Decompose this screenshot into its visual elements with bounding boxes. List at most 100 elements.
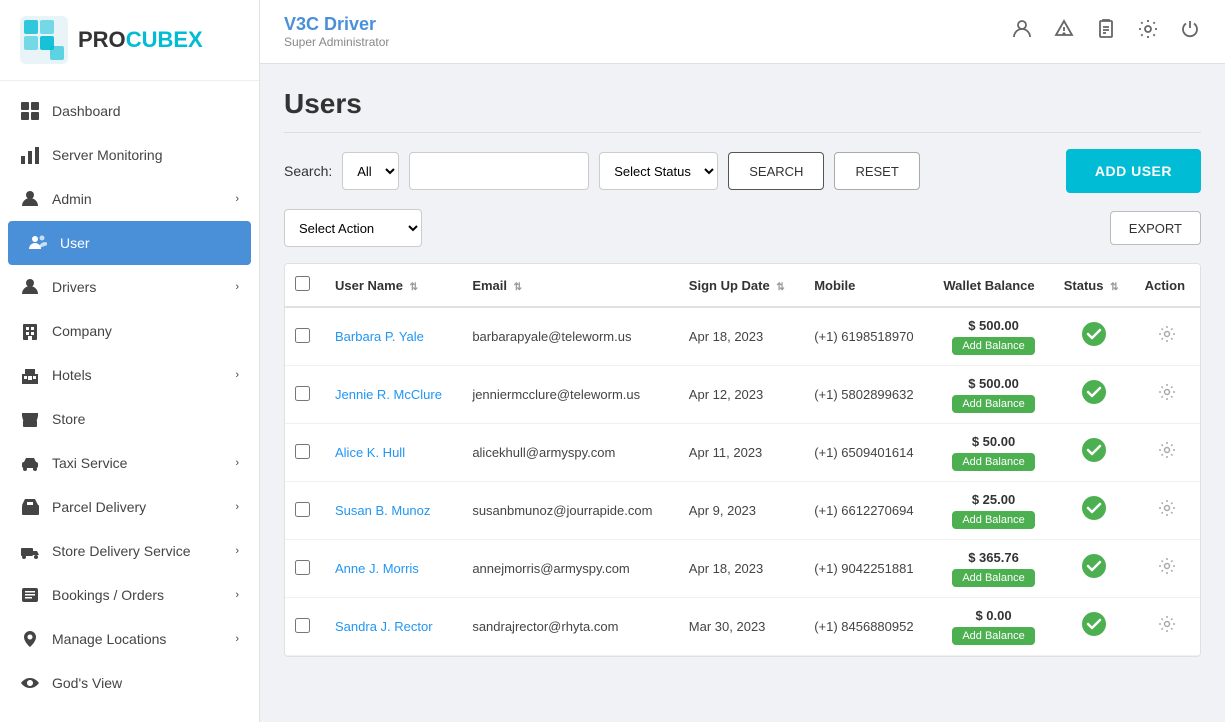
logo: PROCUBEX [0,0,259,81]
col-header-username: User Name ⇅ [325,264,462,307]
row-checkbox[interactable] [295,444,310,459]
gear-icon[interactable] [1158,562,1176,579]
sidebar-item-label: Taxi Service [52,455,127,471]
search-button[interactable]: SEARCH [728,152,824,190]
row-action [1135,424,1200,482]
balance-amount: $ 365.76 [943,550,1043,565]
header-title-area: V3C Driver Super Administrator [284,14,389,49]
user-role: Super Administrator [284,35,389,49]
row-signup-date: Apr 9, 2023 [679,482,804,540]
row-status [1054,598,1135,656]
col-header-status: Status ⇅ [1054,264,1135,307]
select-action[interactable]: Select Action Delete Activate Deactivate [284,209,422,247]
add-balance-button[interactable]: Add Balance [952,395,1034,413]
row-signup-date: Apr 11, 2023 [679,424,804,482]
sidebar-item-label: Store [52,411,85,427]
add-balance-button[interactable]: Add Balance [952,627,1034,645]
table-row: Jennie R. McClure jenniermcclure@telewor… [285,366,1200,424]
status-active-icon [1081,443,1107,468]
gear-icon[interactable] [1158,330,1176,347]
app-name: V3C Driver [284,14,389,35]
add-balance-button[interactable]: Add Balance [952,511,1034,529]
row-mobile: (+1) 5802899632 [804,366,933,424]
sidebar-item-company[interactable]: Company [0,309,259,353]
col-header-email: Email ⇅ [462,264,678,307]
row-username: Anne J. Morris [325,540,462,598]
row-action [1135,598,1200,656]
search-type-select[interactable]: All [342,152,399,190]
user-name-link[interactable]: Anne J. Morris [335,561,419,576]
grid-icon [20,101,40,121]
export-button[interactable]: EXPORT [1110,211,1201,245]
sidebar-item-label: User [60,235,90,251]
row-signup-date: Apr 12, 2023 [679,366,804,424]
balance-amount: $ 50.00 [943,434,1043,449]
row-checkbox[interactable] [295,328,310,343]
sidebar-item-hotels[interactable]: Hotels › [0,353,259,397]
user-name-link[interactable]: Susan B. Munoz [335,503,430,518]
header-icons [1011,18,1201,45]
balance-amount: $ 500.00 [943,376,1043,391]
add-balance-button[interactable]: Add Balance [952,453,1034,471]
sidebar-item-user[interactable]: User [8,221,251,265]
person-icon [20,189,40,209]
row-checkbox-cell [285,540,325,598]
alert-icon[interactable] [1053,18,1075,45]
chevron-icon: › [235,589,239,601]
row-action [1135,307,1200,366]
row-checkbox[interactable] [295,386,310,401]
sidebar-item-bookings[interactable]: Bookings / Orders › [0,573,259,617]
sidebar-item-store[interactable]: Store [0,397,259,441]
sidebar-item-label: Store Delivery Service [52,543,191,559]
row-username: Alice K. Hull [325,424,462,482]
sort-icon: ⇅ [776,282,784,293]
sidebar-item-label: Server Monitoring [52,147,163,163]
sidebar-item-dashboard[interactable]: Dashboard [0,89,259,133]
gear-icon[interactable] [1158,504,1176,521]
search-input[interactable] [409,152,589,190]
row-signup-date: Mar 30, 2023 [679,598,804,656]
row-username: Jennie R. McClure [325,366,462,424]
col-header-balance: Wallet Balance [933,264,1053,307]
main-content: V3C Driver Super Administrator Users [260,0,1225,722]
sidebar-item-gods-view[interactable]: God's View [0,661,259,705]
chevron-icon: › [235,193,239,205]
sidebar-item-parcel-delivery[interactable]: Parcel Delivery › [0,485,259,529]
add-balance-button[interactable]: Add Balance [952,569,1034,587]
sidebar-item-label: Parcel Delivery [52,499,146,515]
user-name-link[interactable]: Barbara P. Yale [335,329,424,344]
sidebar-item-server-monitoring[interactable]: Server Monitoring [0,133,259,177]
sidebar-item-admin[interactable]: Admin › [0,177,259,221]
gear-icon[interactable] [1158,446,1176,463]
gear-icon[interactable] [1158,620,1176,637]
power-icon[interactable] [1179,18,1201,45]
status-select[interactable]: Select Status Active Inactive [599,152,718,190]
row-checkbox[interactable] [295,502,310,517]
row-username: Sandra J. Rector [325,598,462,656]
parcel-icon [20,497,40,517]
add-user-button[interactable]: ADD USER [1066,149,1201,193]
sidebar-item-store-delivery[interactable]: Store Delivery Service › [0,529,259,573]
row-checkbox[interactable] [295,560,310,575]
table-header-row: User Name ⇅ Email ⇅ Sign Up Date ⇅ Mob [285,264,1200,307]
settings-icon[interactable] [1137,18,1159,45]
select-all-checkbox[interactable] [295,276,310,291]
sidebar-item-taxi-service[interactable]: Taxi Service › [0,441,259,485]
row-mobile: (+1) 9042251881 [804,540,933,598]
status-active-icon [1081,559,1107,584]
user-name-link[interactable]: Sandra J. Rector [335,619,433,634]
row-signup-date: Apr 18, 2023 [679,307,804,366]
sidebar-item-manage-locations[interactable]: Manage Locations › [0,617,259,661]
sidebar-item-drivers[interactable]: Drivers › [0,265,259,309]
row-checkbox-cell [285,366,325,424]
gear-icon[interactable] [1158,388,1176,405]
user-name-link[interactable]: Alice K. Hull [335,445,405,460]
user-name-link[interactable]: Jennie R. McClure [335,387,442,402]
reset-button[interactable]: RESET [834,152,919,190]
add-balance-button[interactable]: Add Balance [952,337,1034,355]
row-username: Barbara P. Yale [325,307,462,366]
row-checkbox[interactable] [295,618,310,633]
user-icon[interactable] [1011,18,1033,45]
table-row: Anne J. Morris annejmorris@armyspy.com A… [285,540,1200,598]
clipboard-icon[interactable] [1095,18,1117,45]
